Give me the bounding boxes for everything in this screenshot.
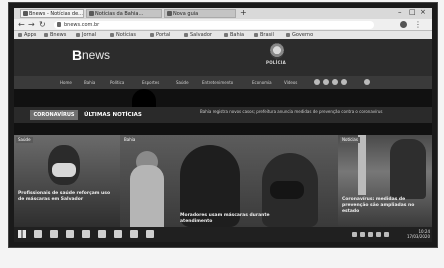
bookmark-item[interactable]: Salvador [184, 31, 212, 39]
news-card-featured[interactable]: Bahia Moradores usam máscaras durante at… [120, 135, 338, 227]
header-shadow [14, 89, 432, 107]
photo-of-monitor: Bnews - Notícias de... Notícias da Bahia… [0, 0, 444, 268]
person-body [390, 139, 426, 199]
latest-news-label: ÚLTIMAS NOTÍCIAS [84, 112, 142, 118]
facebook-icon[interactable] [314, 79, 320, 85]
breaking-news-bar: CORONAVÍRUS ÚLTIMAS NOTÍCIAS Bahia regis… [14, 107, 432, 123]
lock-icon [57, 22, 61, 27]
face-mask [270, 181, 304, 199]
task-view-icon[interactable] [50, 230, 58, 238]
bookmark-item[interactable]: Notícias [110, 31, 136, 39]
new-tab-button[interactable]: + [240, 9, 247, 17]
site-header: B news POLÍCIA [14, 39, 432, 76]
person-silhouette [132, 89, 156, 107]
tab-bnews[interactable]: Bnews - Notícias de... [20, 9, 84, 18]
background-pole [358, 135, 366, 195]
card-headline[interactable]: Profissionais de saúde reforçam uso de m… [18, 191, 113, 203]
tab-label: Bnews - Notícias de... [29, 11, 83, 17]
tab-label: Nova guia [173, 11, 199, 17]
network-icon[interactable] [360, 232, 365, 237]
bookmark-item[interactable]: Bnews [44, 31, 66, 39]
windows-taskbar: 10:24 17/03/2020 [14, 227, 432, 242]
folder-icon[interactable] [82, 230, 90, 238]
card-tag: Bahia [122, 137, 138, 143]
site-logo-news[interactable]: news [82, 48, 110, 62]
bookmark-item[interactable]: Brasil [254, 31, 274, 39]
ticker-headline[interactable]: Bahia registra novos casos; prefeitura a… [200, 109, 410, 115]
nav-item[interactable]: Política [110, 76, 124, 89]
bookmark-item[interactable]: Apps [18, 31, 36, 39]
reload-button[interactable]: ↻ [39, 20, 46, 29]
nav-item[interactable]: Saúde [176, 76, 189, 89]
back-button[interactable]: ← [18, 20, 25, 29]
taskbar-clock[interactable]: 10:24 17/03/2020 [402, 229, 430, 239]
tab-new[interactable]: Nova guia [164, 9, 236, 18]
chrome-icon[interactable] [130, 230, 138, 238]
search-icon[interactable] [364, 79, 370, 85]
nav-item[interactable]: Esportes [142, 76, 159, 89]
news-strip [14, 123, 432, 135]
close-button[interactable]: × [420, 8, 426, 16]
face-mask [52, 163, 76, 177]
search-icon[interactable] [34, 230, 42, 238]
youtube-icon[interactable] [341, 79, 347, 85]
clock-date: 17/03/2020 [406, 234, 430, 239]
store-icon[interactable] [98, 230, 106, 238]
start-icon[interactable] [18, 230, 26, 238]
maximize-button[interactable]: □ [409, 8, 416, 16]
battery-icon[interactable] [376, 232, 381, 237]
edge-icon[interactable] [66, 230, 74, 238]
twitter-icon[interactable] [323, 79, 329, 85]
favicon-icon [167, 11, 172, 16]
forward-button[interactable]: → [28, 20, 35, 29]
nav-item[interactable]: Home [60, 76, 72, 89]
nav-item[interactable]: Economia [252, 76, 272, 89]
site-logo-b[interactable]: B [72, 47, 82, 63]
tab-label: Notícias da Bahia... [95, 11, 144, 17]
address-text: bnews.com.br [64, 22, 100, 28]
address-input[interactable]: bnews.com.br [54, 21, 374, 29]
menu-icon[interactable]: ⋮ [414, 20, 422, 29]
tray-icon[interactable] [352, 232, 357, 237]
bookmark-item[interactable]: Bahia [224, 31, 244, 39]
instagram-icon[interactable] [332, 79, 338, 85]
news-card[interactable]: Saúde Profissionais de saúde reforçam us… [14, 135, 120, 227]
card-headline[interactable]: Coronavírus: medidas de prevenção são am… [342, 197, 427, 215]
coronavirus-badge[interactable]: CORONAVÍRUS [30, 110, 78, 120]
volume-icon[interactable] [368, 232, 373, 237]
bookmark-item[interactable]: Portal [150, 31, 170, 39]
site-nav: Home Bahia Política Esportes Saúde Entre… [14, 76, 432, 89]
favicon-icon [89, 11, 94, 16]
mail-icon[interactable] [114, 230, 122, 238]
person-body [130, 165, 164, 227]
favicon-icon [23, 11, 28, 16]
nav-item[interactable]: Bahia [84, 76, 95, 89]
card-headline[interactable]: Moradores usam máscaras durante atendime… [180, 213, 300, 225]
profile-avatar-icon[interactable] [400, 21, 407, 28]
tab-noticias[interactable]: Notícias da Bahia... [86, 9, 162, 18]
bookmarks-bar: Apps Bnews Jornal Notícias Portal Salvad… [14, 31, 432, 39]
crest-label: POLÍCIA [266, 60, 286, 65]
card-tag: Notícias [340, 137, 360, 143]
news-card[interactable]: Notícias Coronavírus: medidas de prevenç… [338, 135, 432, 227]
address-toolbar: ← → ↻ bnews.com.br ⋮ [14, 19, 432, 31]
minimize-button[interactable]: – [398, 8, 402, 16]
nav-item[interactable]: Vídeos [284, 76, 297, 89]
card-tag: Saúde [16, 137, 33, 143]
nav-item[interactable]: Entretenimento [202, 76, 233, 89]
police-crest-icon [270, 43, 284, 59]
browser-tab-bar: Bnews - Notícias de... Notícias da Bahia… [14, 8, 432, 19]
app-icon[interactable] [146, 230, 154, 238]
bookmark-item[interactable]: Jornal [76, 31, 96, 39]
bookmark-item[interactable]: Governo [286, 31, 313, 39]
language-icon[interactable] [384, 232, 389, 237]
